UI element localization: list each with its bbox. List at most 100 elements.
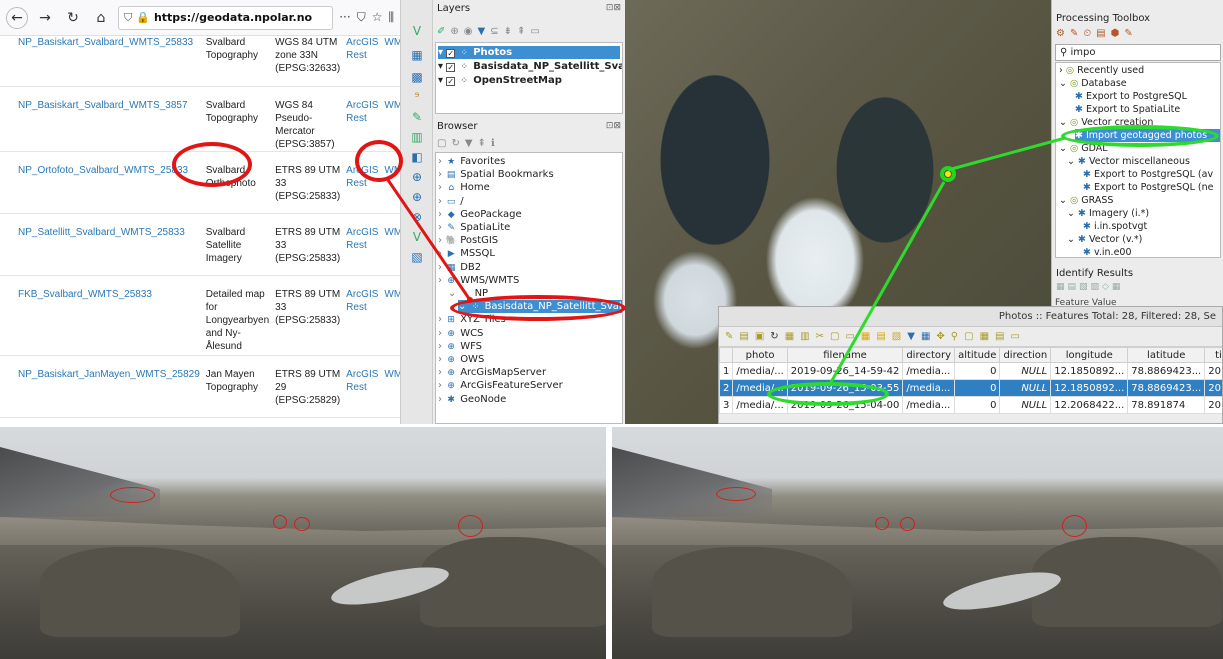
expand-arrow-icon[interactable]: › [438, 248, 445, 259]
cell-latitude[interactable]: 78.891874 [1127, 396, 1206, 414]
collapse-icon[interactable]: ⇞ [478, 138, 486, 149]
toolbox-item[interactable]: ⌄ ✱ Vector (v.*) [1067, 233, 1142, 246]
expand-arrow-icon[interactable]: › [438, 169, 445, 180]
remove-layer-icon[interactable]: ▭ [530, 26, 539, 37]
cell-direction[interactable]: NULL [999, 396, 1052, 414]
toolbox-item[interactable]: ⌄ ✱ Vector miscellaneous [1067, 155, 1190, 168]
wmts-link[interactable]: WMTS [384, 100, 400, 111]
style-icon[interactable]: ✐ [437, 26, 445, 37]
table-row[interactable]: 3/media/... 2019-09-26_15-04-00/media... 0… [719, 396, 1222, 414]
layer-item[interactable]: ▾ ✓ ⁘ Basisdata_NP_Satellitt_Svalbarc [438, 60, 622, 73]
expand-arrow-icon[interactable]: ⌄ [458, 301, 470, 312]
toolbox-item[interactable]: ✱ v.in.e00 [1083, 246, 1132, 257]
toolbox-item[interactable]: ⌄ ◎ Database [1059, 77, 1127, 90]
delete-feature-icon[interactable]: ▥ [800, 331, 809, 342]
toolbox-item[interactable]: ⌄ ◎ Vector creation [1059, 116, 1153, 129]
column-header[interactable]: latitude [1127, 347, 1206, 363]
cell-photo[interactable]: /media/... [732, 396, 788, 414]
eye-icon[interactable]: ◉ [464, 26, 473, 37]
expand-all-icon[interactable]: ⇟ [504, 26, 512, 37]
expand-arrow-icon[interactable]: ⌄ [1059, 117, 1070, 128]
column-header[interactable]: directory [902, 347, 956, 363]
cell-n[interactable]: 2 [719, 379, 734, 397]
browser-item[interactable]: ⌄ ‹ NP [448, 287, 488, 300]
service-name-link[interactable]: NP_Basiskart_Svalbard_WMTS_25833 [18, 37, 193, 48]
address-bar[interactable]: ⛉ 🔒 https://geodata.npolar.no [118, 5, 334, 30]
column-header[interactable]: timestamp [1204, 347, 1222, 363]
scripts-icon[interactable]: ✎ [1070, 28, 1078, 39]
invert-selection-icon[interactable]: ▧ [892, 331, 901, 342]
toolbox-item[interactable]: ✱ Export to PostgreSQL (av [1083, 168, 1213, 181]
browser-item[interactable]: › ⌂ Home [438, 181, 490, 194]
cell-photo[interactable]: /media/... [732, 362, 788, 380]
expand-arrow-icon[interactable]: › [438, 209, 445, 220]
arcgis-rest-link[interactable]: ArcGIS Rest [346, 37, 378, 61]
browser-item[interactable]: › ⊞ XYZ Tiles [438, 313, 506, 326]
toolbox-item[interactable]: › ◎ Recently used [1059, 64, 1144, 77]
home-icon[interactable]: ⌂ [90, 7, 112, 29]
column-header[interactable] [719, 347, 734, 363]
add-wfs-icon[interactable]: ⊕ [408, 188, 426, 206]
cell-n[interactable]: 1 [719, 362, 734, 380]
filter-icon[interactable]: ▼ [478, 26, 486, 37]
expand-arrow-icon[interactable]: ⌄ [1059, 195, 1070, 206]
add-group-icon[interactable]: ⊕ [450, 26, 458, 37]
move-selection-top-icon[interactable]: ▦ [921, 331, 930, 342]
wmts-link[interactable]: WMTS [384, 289, 400, 300]
settings-icon[interactable]: ✎ [1124, 28, 1132, 39]
back-arrow-icon[interactable]: ← [6, 6, 28, 29]
browser-item[interactable]: › ⊕ ArcGisFeatureServer [438, 379, 563, 392]
browser-item[interactable]: › ⊕ WFS [438, 340, 482, 353]
arcgis-rest-link[interactable]: ArcGIS Rest [346, 227, 378, 251]
expand-arrow-icon[interactable]: › [438, 196, 445, 207]
collapse-all-icon[interactable]: ⇞ [517, 26, 525, 37]
expand-arrow-icon[interactable]: ▾ [438, 75, 446, 86]
browser-item[interactable]: › ⊕ OWS [438, 353, 484, 366]
browser-item[interactable]: › 🐘 PostGIS [438, 234, 498, 247]
expand-arrow-icon[interactable]: › [438, 262, 445, 273]
add-virtual-layer-icon[interactable]: ▥ [408, 128, 426, 146]
service-name-link[interactable]: NP_Basiskart_JanMayen_WMTS_25829 [18, 369, 200, 380]
library-icon[interactable]: ⫼ [388, 10, 394, 25]
save-edits-icon[interactable]: ▣ [755, 331, 764, 342]
expand-arrow-icon[interactable]: › [438, 328, 445, 339]
layer-visibility-checkbox[interactable]: ✓ [446, 49, 456, 58]
wmts-link[interactable]: WMTS [384, 227, 400, 238]
bookmark-star-icon[interactable]: ☆ [372, 10, 383, 25]
table-row[interactable]: 1/media/... 2019-09-26_14-59-42/media... 0… [719, 362, 1222, 380]
toolbox-item[interactable]: ✱ i.in.spotvgt [1083, 220, 1147, 233]
more-actions-icon[interactable]: ··· [339, 10, 350, 25]
browser-panel-float-close-icon[interactable]: ⊡⊠ [606, 121, 621, 131]
browser-item[interactable]: › ◆ GeoPackage [438, 208, 522, 221]
cell-direction[interactable]: NULL [999, 362, 1052, 380]
expand-arrow-icon[interactable]: › [438, 341, 445, 352]
arcgis-rest-link[interactable]: ArcGIS Rest [346, 369, 378, 393]
conditional-format-icon[interactable]: ▤ [995, 331, 1004, 342]
cut-icon[interactable]: ✂ [816, 331, 824, 342]
cell-photo[interactable]: /media/... [732, 379, 788, 397]
layer-item[interactable]: ▾ ✓ ⁘ OpenStreetMap [438, 74, 562, 87]
cell-directory[interactable]: /media... [902, 379, 956, 397]
add-wms-icon[interactable]: ⊕ [408, 168, 426, 186]
cell-directory[interactable]: /media... [902, 396, 956, 414]
service-name-link[interactable]: NP_Basiskart_Svalbard_WMTS_3857 [18, 100, 188, 111]
filter-legend-icon[interactable]: ⊆ [490, 26, 498, 37]
copy-icon[interactable]: ▢ [830, 331, 839, 342]
copy-rows-icon[interactable]: ▢ [964, 331, 973, 342]
expand-arrow-icon[interactable]: › [438, 156, 445, 167]
toolbox-item[interactable]: ✱ Export to PostgreSQL (ne [1083, 181, 1214, 194]
cell-filename[interactable]: 2019-09-26_15-03-55 [786, 379, 904, 397]
layer-visibility-checkbox[interactable]: ✓ [446, 77, 456, 86]
reload-icon[interactable]: ↻ [62, 7, 84, 29]
browser-item[interactable]: ⌄ ⁘ Basisdata_NP_Satellitt_Svalba [458, 300, 622, 314]
service-name-link[interactable]: NP_Satellitt_Svalbard_WMTS_25833 [18, 227, 185, 238]
cell-altitude[interactable]: 0 [954, 396, 1001, 414]
cell-timestamp[interactable]: 2019-09-26... [1204, 379, 1222, 397]
browser-item[interactable]: › ⊕ WCS [438, 327, 483, 340]
arcgis-rest-link[interactable]: ArcGIS Rest [346, 289, 378, 313]
expand-arrow-icon[interactable]: ⌄ [1067, 234, 1078, 245]
expand-arrow-icon[interactable]: › [438, 222, 445, 233]
browser-item[interactable]: › ▦ DB2 [438, 261, 481, 274]
panel-float-close-icon[interactable]: ⊡⊠ [606, 3, 621, 13]
arcgis-rest-link[interactable]: ArcGIS Rest [346, 165, 378, 189]
